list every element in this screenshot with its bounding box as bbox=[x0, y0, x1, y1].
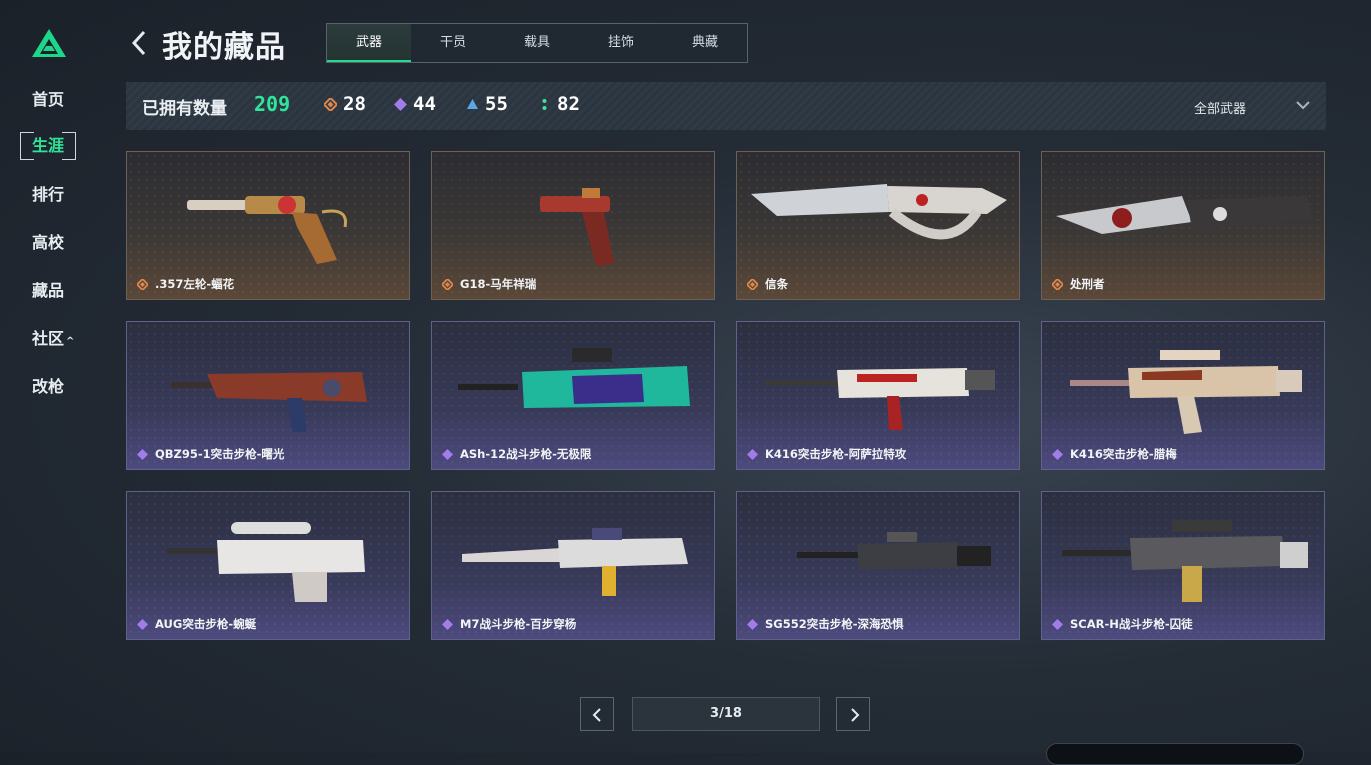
collection-card[interactable]: 信条 bbox=[736, 151, 1020, 300]
card-name: 处刑者 bbox=[1070, 277, 1105, 291]
card-name: 信条 bbox=[765, 277, 788, 291]
tier-count: 82 bbox=[557, 93, 580, 115]
tier-stat: 82 bbox=[538, 93, 580, 115]
collection-card[interactable]: SCAR-H战斗步枪-囚徒 bbox=[1041, 491, 1325, 640]
card-name: SG552突击步枪-深海恐惧 bbox=[765, 617, 904, 631]
weapon-image bbox=[797, 532, 991, 570]
stats-bar: 已拥有数量 209 28 44 55 82 全部武器 bbox=[126, 82, 1326, 130]
sidebar-item-label: 改枪 bbox=[32, 377, 65, 396]
collection-card[interactable]: K416突击步枪-腊梅 bbox=[1041, 321, 1325, 470]
purple-diamond-icon bbox=[442, 619, 453, 630]
collection-card[interactable]: AUG突击步枪-蜿蜒 bbox=[126, 491, 410, 640]
sidebar-item-0[interactable]: 首页 bbox=[22, 86, 78, 114]
sidebar-item-3[interactable]: 高校 bbox=[22, 229, 78, 257]
sidebar-item-label: 高校 bbox=[32, 233, 65, 252]
tier-stat: 44 bbox=[394, 93, 436, 115]
orange-diamond-icon bbox=[137, 279, 148, 290]
back-button[interactable] bbox=[128, 28, 150, 58]
card-name: .357左轮-蝠花 bbox=[155, 277, 235, 291]
purple-diamond-icon bbox=[747, 449, 758, 460]
weapon-image bbox=[540, 188, 614, 266]
card-name: M7战斗步枪-百步穿杨 bbox=[460, 617, 577, 631]
purple-diamond-icon bbox=[394, 97, 407, 111]
sidebar-item-5[interactable]: 社区 ^ bbox=[22, 325, 78, 353]
prev-page-button[interactable] bbox=[580, 697, 614, 731]
weapon-image bbox=[462, 528, 688, 596]
card-name: K416突击步枪-腊梅 bbox=[1070, 447, 1177, 461]
card-name: AUG突击步枪-蜿蜒 bbox=[155, 617, 257, 631]
weapon-image bbox=[187, 196, 348, 264]
tab-2[interactable]: 载具 bbox=[495, 24, 579, 62]
page-title: 我的藏品 bbox=[162, 30, 286, 65]
sidebar-item-label: 藏品 bbox=[32, 281, 65, 300]
weapon-image bbox=[1070, 350, 1302, 434]
collection-card[interactable]: M7战斗步枪-百步穿杨 bbox=[431, 491, 715, 640]
sidebar-item-label: 排行 bbox=[32, 185, 65, 204]
category-tabs: 武器 干员 载具 挂饰 典藏 bbox=[326, 23, 748, 63]
sidebar-item-label: 生涯 bbox=[32, 136, 65, 155]
weapon-image bbox=[167, 522, 365, 602]
bottom-bar bbox=[1046, 743, 1304, 765]
tab-0[interactable]: 武器 bbox=[327, 24, 411, 62]
blue-triangle-icon bbox=[467, 98, 478, 109]
weapon-image bbox=[171, 372, 367, 432]
tier-stat: 28 bbox=[324, 93, 366, 115]
weapon-image bbox=[458, 348, 690, 408]
weapon-filter-dropdown[interactable]: 全部武器 bbox=[1194, 98, 1246, 117]
collection-card[interactable]: .357左轮-蝠花 bbox=[126, 151, 410, 300]
collection-card[interactable]: 处刑者 bbox=[1041, 151, 1325, 300]
sidebar-item-4[interactable]: 藏品 bbox=[22, 277, 78, 305]
purple-diamond-icon bbox=[137, 619, 148, 630]
sidebar-item-label: 首页 bbox=[32, 90, 65, 109]
tab-4[interactable]: 典藏 bbox=[663, 24, 747, 62]
purple-diamond-icon bbox=[137, 449, 148, 460]
tab-1[interactable]: 干员 bbox=[411, 24, 495, 62]
purple-diamond-icon bbox=[747, 619, 758, 630]
tab-3[interactable]: 挂饰 bbox=[579, 24, 663, 62]
card-name: SCAR-H战斗步枪-囚徒 bbox=[1070, 617, 1193, 631]
green-dots-icon bbox=[542, 98, 547, 110]
chevron-right-icon bbox=[851, 708, 860, 722]
sidebar-item-2[interactable]: 排行 bbox=[22, 181, 78, 209]
weapon-image bbox=[765, 368, 995, 430]
sidebar-item-label: 社区 bbox=[32, 329, 65, 348]
collection-card[interactable]: K416突击步枪-阿萨拉特攻 bbox=[736, 321, 1020, 470]
owned-count: 209 bbox=[254, 92, 291, 116]
page-indicator: 3/18 bbox=[632, 697, 820, 731]
weapon-image bbox=[751, 184, 1007, 240]
card-name: K416突击步枪-阿萨拉特攻 bbox=[765, 447, 907, 461]
next-page-button[interactable] bbox=[836, 697, 870, 731]
tier-stat: 55 bbox=[466, 93, 508, 115]
sidebar-item-1[interactable]: 生涯 bbox=[22, 132, 78, 160]
chevron-up-icon: ^ bbox=[66, 336, 75, 347]
owned-label: 已拥有数量 bbox=[142, 99, 227, 119]
chevron-left-icon bbox=[592, 708, 601, 722]
orange-diamond-icon bbox=[324, 97, 337, 111]
card-name: G18-马年祥瑞 bbox=[460, 277, 537, 291]
tier-count: 28 bbox=[343, 93, 366, 115]
purple-diamond-icon bbox=[1052, 619, 1063, 630]
app-logo-icon[interactable] bbox=[30, 27, 68, 59]
collection-card[interactable]: G18-马年祥瑞 bbox=[431, 151, 715, 300]
orange-diamond-icon bbox=[442, 279, 453, 290]
orange-diamond-icon bbox=[747, 279, 758, 290]
card-name: QBZ95-1突击步枪-曙光 bbox=[155, 447, 285, 461]
chevron-down-icon[interactable] bbox=[1294, 96, 1312, 114]
collection-card[interactable]: ASh-12战斗步枪-无极限 bbox=[431, 321, 715, 470]
weapon-image bbox=[1062, 520, 1308, 602]
tier-count: 44 bbox=[413, 93, 436, 115]
purple-diamond-icon bbox=[1052, 449, 1063, 460]
sidebar: 首页生涯排行高校藏品社区 ^ 改枪 bbox=[0, 0, 100, 753]
purple-diamond-icon bbox=[442, 449, 453, 460]
orange-diamond-icon bbox=[1052, 279, 1063, 290]
sidebar-item-6[interactable]: 改枪 bbox=[22, 373, 78, 401]
collection-card[interactable]: SG552突击步枪-深海恐惧 bbox=[736, 491, 1020, 640]
collection-card[interactable]: QBZ95-1突击步枪-曙光 bbox=[126, 321, 410, 470]
tier-count: 55 bbox=[485, 93, 508, 115]
card-name: ASh-12战斗步枪-无极限 bbox=[460, 447, 592, 461]
weapon-image bbox=[1056, 196, 1314, 234]
